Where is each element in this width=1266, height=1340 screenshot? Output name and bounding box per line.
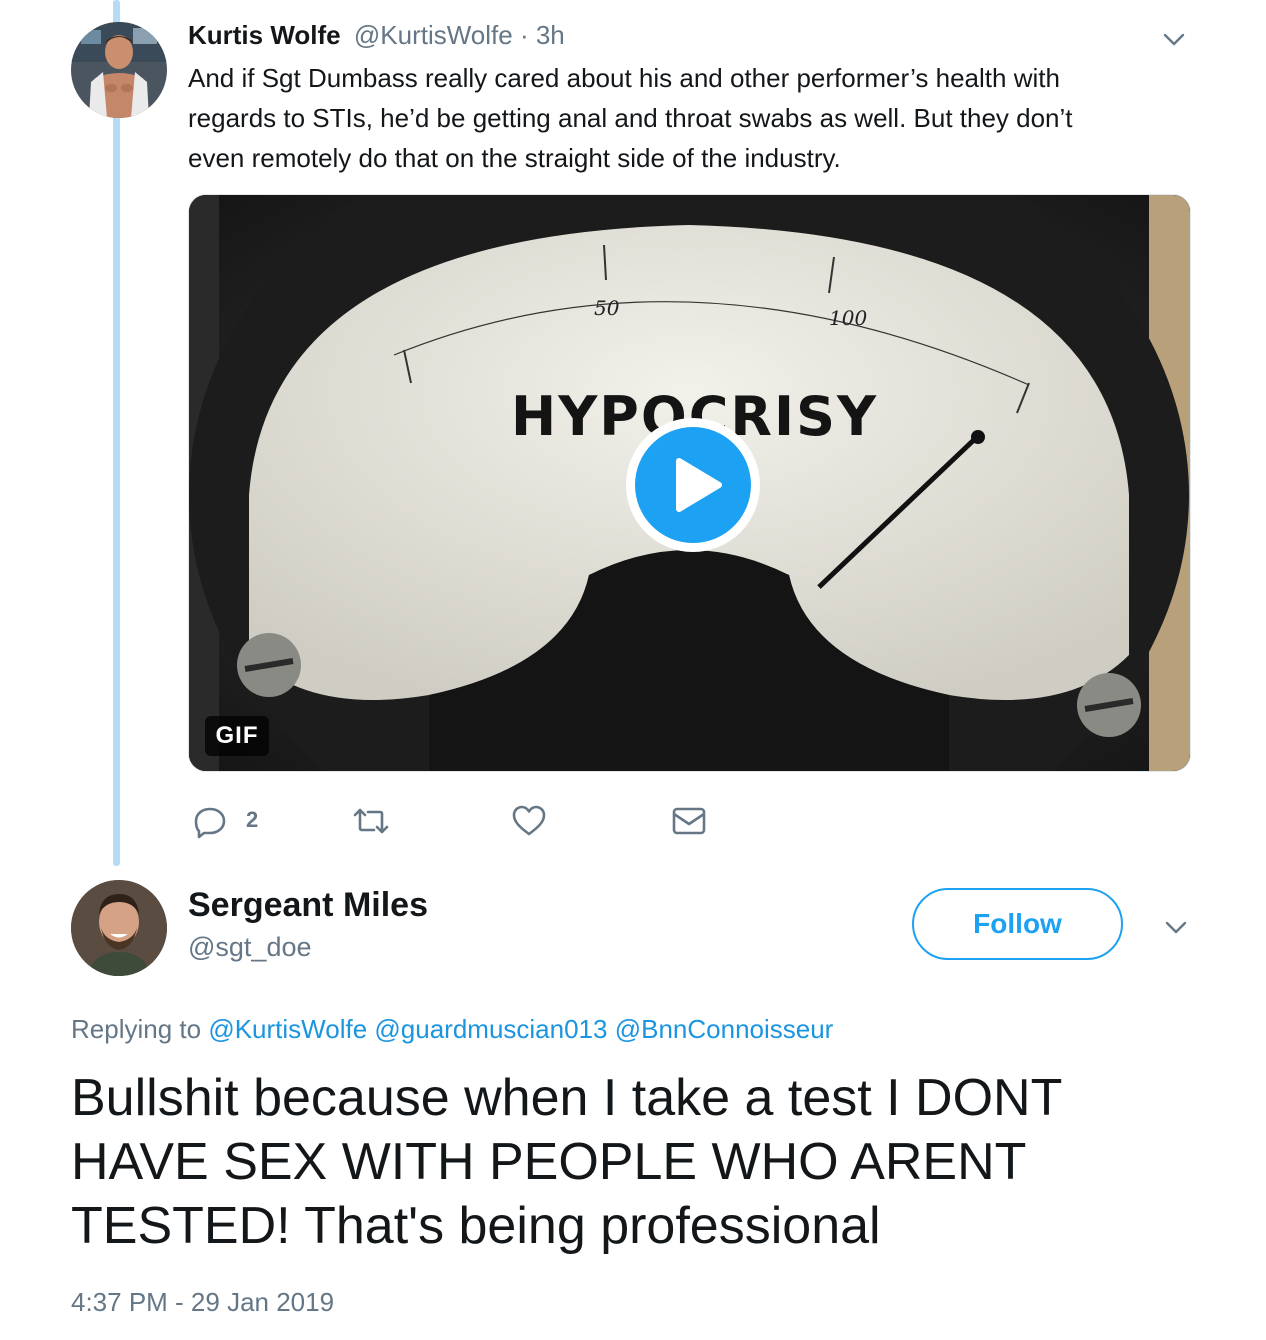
author-name[interactable]: Kurtis Wolfe xyxy=(188,20,341,50)
tweet-text: Bullshit because when I take a test I DO… xyxy=(71,1066,1201,1258)
author-handle[interactable]: @KurtisWolfe xyxy=(354,20,513,50)
tweet-text: And if Sgt Dumbass really cared about hi… xyxy=(188,58,1178,178)
tweet-text-line: HAVE SEX WITH PEOPLE WHO ARENT xyxy=(71,1133,1027,1191)
replying-prefix: Replying to xyxy=(71,1014,209,1044)
thread-connector-line xyxy=(113,0,120,866)
tweet-time[interactable]: 3h xyxy=(536,20,565,50)
meta-separator: · xyxy=(512,20,536,50)
replying-to: Replying to @KurtisWolfe @guardmuscian01… xyxy=(71,1014,833,1045)
chevron-down-icon[interactable] xyxy=(1163,914,1189,940)
author-handle[interactable]: @sgt_doe xyxy=(188,932,312,963)
message-icon[interactable] xyxy=(672,807,706,840)
tweet-timestamp[interactable]: 4:37 PM - 29 Jan 2019 xyxy=(71,1287,334,1318)
reply-count: 2 xyxy=(246,807,259,832)
tweet-text-line: Bullshit because when I take a test I DO… xyxy=(71,1069,1063,1127)
tweet-text-line: And if Sgt Dumbass really cared about hi… xyxy=(188,63,1060,93)
tweet-header: Kurtis Wolfe @KurtisWolfe · 3h xyxy=(188,20,565,50)
play-button-fill xyxy=(635,427,751,543)
mention-link[interactable]: @BnnConnoisseur xyxy=(615,1014,834,1044)
mention-link[interactable]: @guardmuscian013 xyxy=(374,1014,607,1044)
avatar-kurtis-wolfe[interactable] xyxy=(71,22,167,118)
gif-badge: GIF xyxy=(205,716,269,756)
like-icon[interactable] xyxy=(512,805,546,842)
author-name[interactable]: Sergeant Miles xyxy=(188,886,428,925)
gauge-scale-100: 100 xyxy=(829,306,867,330)
avatar-sergeant-miles[interactable] xyxy=(71,880,167,976)
follow-button[interactable]: Follow xyxy=(912,888,1123,960)
play-button[interactable] xyxy=(626,418,760,552)
gauge-scale-50: 50 xyxy=(594,296,620,320)
tweet-text-line: TESTED! That's being professional xyxy=(71,1197,881,1255)
chevron-down-icon[interactable] xyxy=(1161,26,1187,52)
mention-link[interactable]: @KurtisWolfe xyxy=(208,1014,367,1044)
reply-icon[interactable] xyxy=(193,805,227,844)
retweet-icon[interactable] xyxy=(352,806,390,841)
play-icon xyxy=(676,458,722,512)
tweet-text-line: regards to STIs, he’d be getting anal an… xyxy=(188,103,1073,133)
tweet-text-line: even remotely do that on the straight si… xyxy=(188,143,841,173)
